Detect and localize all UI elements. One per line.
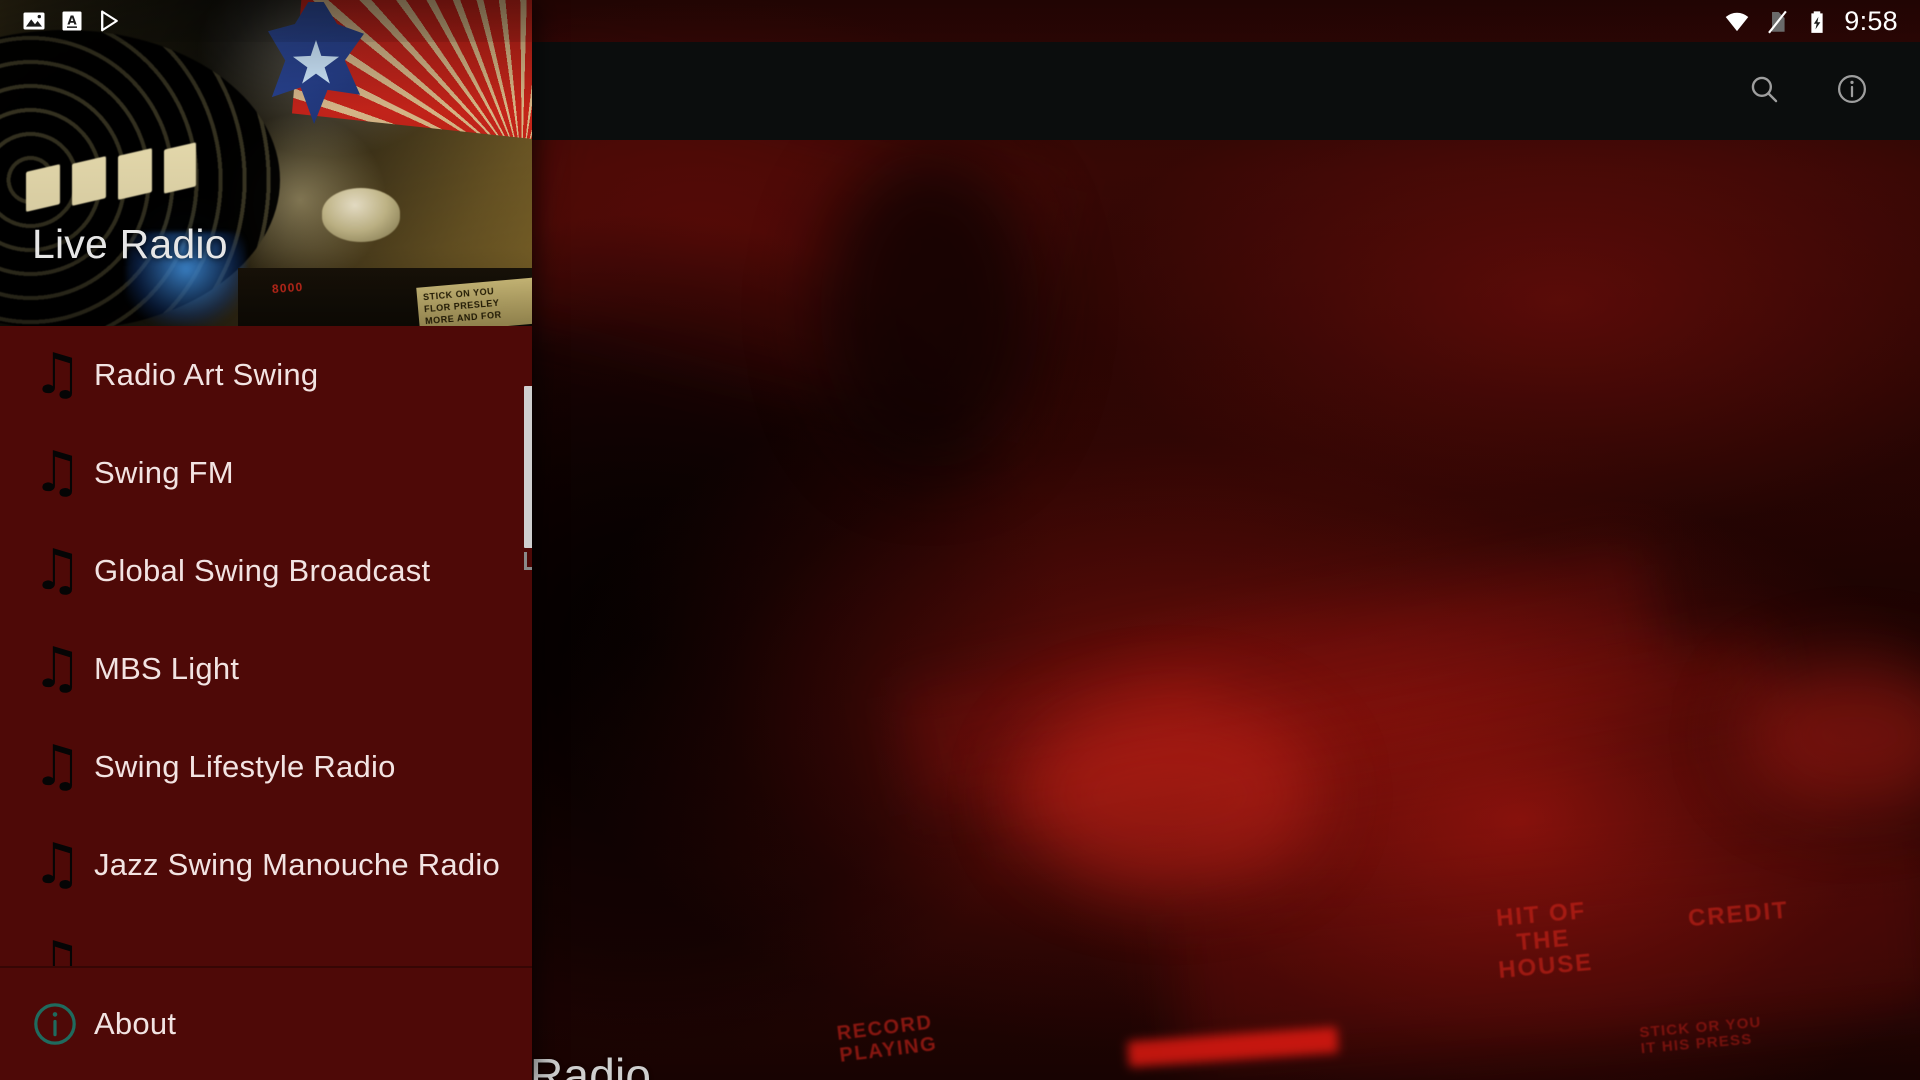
- station-list-item[interactable]: ♫ Jazz Swing Manouche Radio: [0, 816, 532, 914]
- station-name: Swing Lifestyle Radio: [94, 749, 396, 784]
- google-play-icon: [98, 9, 122, 33]
- status-bar-notifications: A: [0, 9, 122, 33]
- music-note-icon: ♫: [32, 734, 83, 799]
- info-button[interactable]: [1828, 67, 1876, 115]
- background-shadow: [820, 150, 1040, 470]
- drawer-header: 8000 Stick on you Flor Presley more and …: [0, 0, 532, 326]
- station-name: Radio Art Swing: [94, 357, 319, 392]
- about-label: About: [94, 1006, 177, 1041]
- info-icon: [1835, 72, 1869, 111]
- svg-text:A: A: [67, 14, 77, 28]
- station-list-item[interactable]: ♫ Swing FM: [0, 424, 532, 522]
- station-list-item[interactable]: ♫ Swing Lifestyle Radio: [0, 718, 532, 816]
- station-list-item[interactable]: ♫ Global Swing Broadcast: [0, 522, 532, 620]
- background-cut-off-word: Radio: [530, 1049, 652, 1080]
- status-bar: A 9:58: [0, 0, 1920, 42]
- station-name: Global Swing Broadcast: [94, 553, 431, 588]
- music-note-icon: ♫: [32, 342, 83, 407]
- drawer-header-scrim: [0, 0, 532, 326]
- no-sim-icon: [1764, 9, 1788, 34]
- status-bar-clock: 9:58: [1844, 5, 1898, 36]
- battery-charging-icon: [1804, 9, 1828, 33]
- background-glow: [1020, 700, 1320, 890]
- search-icon: [1747, 72, 1781, 111]
- music-note-icon: ♫: [32, 930, 83, 967]
- drawer-scrollbar-thumb[interactable]: [524, 386, 532, 548]
- station-list: ♫ Radio Art Swing ♫ Swing FM ♫ Global Sw…: [0, 326, 532, 967]
- station-list-item[interactable]: ♫ MBS Light: [0, 620, 532, 718]
- drawer-header-title: Live Radio: [32, 221, 228, 267]
- station-name: MBS Light: [94, 651, 240, 686]
- station-name: Jazz Swing Manouche Radio: [94, 847, 501, 882]
- drawer-scrollbar-marker: [524, 552, 532, 570]
- font-a-icon: A: [60, 9, 84, 33]
- info-circle-icon: [30, 999, 94, 1049]
- image-icon: [22, 9, 46, 33]
- search-button[interactable]: [1740, 67, 1788, 115]
- toolbar-actions: [1740, 67, 1920, 115]
- music-note-icon: ♫: [32, 636, 83, 701]
- background-legend-hit-of-the-house: Hit of the house: [1495, 897, 1595, 984]
- station-list-item[interactable]: ♫ Radio Art Swing: [0, 326, 532, 424]
- status-bar-system-icons: 9:58: [1724, 5, 1920, 36]
- music-note-icon: ♫: [32, 538, 83, 603]
- wifi-icon: [1724, 9, 1749, 33]
- drawer-item-about[interactable]: About: [0, 968, 532, 1080]
- music-note-icon: ♫: [32, 832, 83, 897]
- app-screen: Hit of the house Credit Record Playing S…: [0, 0, 1920, 1080]
- background-legend-record-playing: Record Playing: [835, 1011, 939, 1067]
- navigation-drawer: 8000 Stick on you Flor Presley more and …: [0, 0, 532, 1080]
- station-name: Swing FM: [94, 455, 234, 490]
- music-note-icon: ♫: [32, 440, 83, 505]
- station-list-item-partial[interactable]: ♫: [0, 914, 532, 967]
